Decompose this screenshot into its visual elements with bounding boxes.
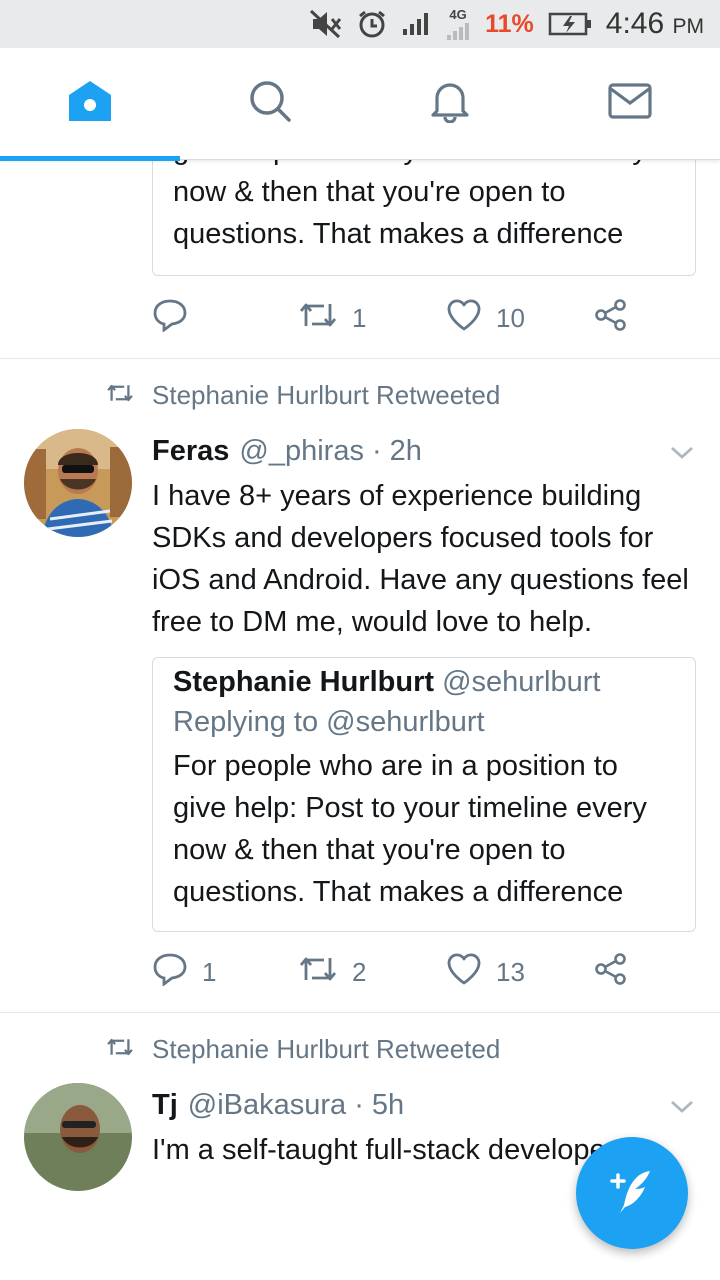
reply-icon	[152, 952, 188, 993]
clock-ampm: PM	[672, 15, 705, 38]
share-button[interactable]	[594, 952, 628, 993]
author-name[interactable]: Feras	[152, 435, 229, 468]
chevron-down-icon[interactable]	[670, 435, 694, 468]
reply-icon	[152, 298, 188, 339]
clock-time: 4:46	[605, 7, 665, 40]
like-count: 10	[496, 302, 525, 333]
tab-notifications[interactable]	[360, 48, 540, 159]
signal-icon	[401, 11, 431, 37]
author-handle[interactable]: @_phiras	[239, 435, 364, 468]
tweet-header: Tj @iBakasura · 5h	[152, 1085, 696, 1125]
like-button[interactable]: 10	[446, 298, 594, 338]
avatar[interactable]	[24, 1083, 132, 1191]
bell-icon	[429, 79, 471, 128]
network-signal-icon: 4G	[445, 8, 471, 41]
retweeted-by-line: Stephanie Hurlburt Retweeted	[106, 359, 696, 431]
tweet[interactable]: give help: Post to your timeline every n…	[0, 160, 720, 358]
retweet-button[interactable]: 1	[298, 300, 446, 337]
tweet-time: · 2h	[371, 434, 422, 467]
mail-icon	[608, 83, 652, 124]
tweet-text: I have 8+ years of experience building S…	[152, 480, 689, 638]
quoted-author-handle: @sehurlburt	[442, 666, 601, 698]
quoted-tweet-text: give help: Post to your timeline every n…	[173, 160, 647, 250]
home-icon	[67, 79, 113, 128]
tab-bar	[0, 48, 720, 161]
retweeted-by-text: Stephanie Hurlburt Retweeted	[152, 1033, 501, 1064]
battery-percent: 11%	[485, 9, 534, 38]
tweet-actions: 1 2 13	[152, 932, 696, 1012]
quoted-tweet[interactable]: Stephanie Hurlburt @sehurlburt Replying …	[152, 657, 696, 932]
tab-search[interactable]	[180, 48, 360, 159]
author-handle[interactable]: @iBakasura	[188, 1089, 346, 1122]
network-type: 4G	[449, 6, 467, 22]
author-name[interactable]: Tj	[152, 1089, 178, 1122]
retweeted-by-text: Stephanie Hurlburt Retweeted	[152, 379, 501, 410]
retweeted-by-line: Stephanie Hurlburt Retweeted	[106, 1013, 696, 1085]
tweet-header: Feras @_phiras · 2h	[152, 431, 696, 471]
battery-charging-icon	[548, 11, 592, 37]
chevron-down-icon[interactable]	[670, 1089, 694, 1122]
quoted-tweet-text: For people who are in a position to give…	[173, 750, 647, 908]
share-icon	[594, 298, 628, 339]
alarm-icon	[357, 9, 387, 39]
retweet-count: 1	[352, 302, 367, 333]
heart-icon	[446, 952, 482, 992]
share-icon	[594, 952, 628, 993]
retweet-icon	[298, 954, 338, 991]
timeline-feed[interactable]: give help: Post to your timeline every n…	[0, 160, 720, 1280]
quoted-author: Stephanie Hurlburt @sehurlburt	[173, 666, 675, 699]
like-button[interactable]: 13	[446, 952, 594, 992]
avatar[interactable]	[24, 429, 132, 537]
compose-feather-icon	[606, 1165, 658, 1222]
retweet-count: 2	[352, 956, 367, 987]
tweet-time: · 5h	[354, 1088, 405, 1121]
replying-to: Replying to @sehurlburt	[173, 706, 485, 738]
tweet[interactable]: Stephanie Hurlburt Retweeted Feras @_phi…	[0, 359, 720, 1012]
status-bar: 4G 11% 4:46 PM	[0, 0, 720, 48]
share-button[interactable]	[594, 298, 628, 339]
tweet-actions: 1 10	[152, 278, 696, 358]
quoted-tweet[interactable]: give help: Post to your timeline every n…	[152, 160, 696, 276]
heart-icon	[446, 298, 482, 338]
mute-icon	[309, 9, 343, 39]
like-count: 13	[496, 956, 525, 987]
retweet-icon	[298, 300, 338, 337]
compose-tweet-button[interactable]	[576, 1137, 688, 1249]
search-icon	[248, 79, 292, 128]
quoted-author-name: Stephanie Hurlburt	[173, 666, 435, 698]
retweet-small-icon	[106, 380, 134, 411]
reply-button[interactable]	[152, 298, 298, 339]
clock: 4:46 PM	[606, 7, 704, 41]
retweet-button[interactable]: 2	[298, 954, 446, 991]
reply-count: 1	[202, 956, 217, 987]
tab-home[interactable]	[0, 48, 180, 161]
reply-button[interactable]: 1	[152, 952, 298, 993]
retweet-small-icon	[106, 1034, 134, 1065]
tab-messages[interactable]	[540, 48, 720, 159]
